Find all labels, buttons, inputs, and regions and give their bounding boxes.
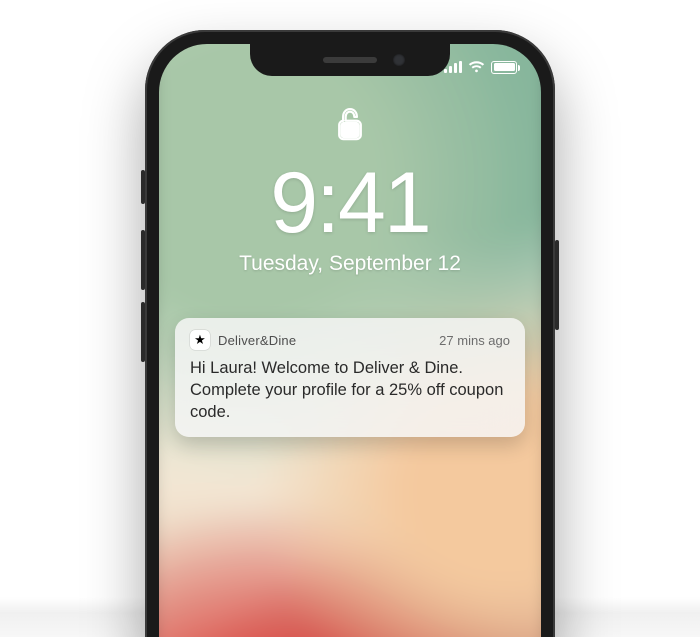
lock-screen-time: 9:41	[270, 160, 429, 246]
phone-screen[interactable]: 9:41 Tuesday, September 12 ★ Deliver&Din…	[159, 44, 541, 637]
volume-up-button	[141, 230, 145, 290]
mute-switch	[141, 170, 145, 204]
notification-card[interactable]: ★ Deliver&Dine 27 mins ago Hi Laura! Wel…	[175, 318, 525, 437]
phone-frame: 9:41 Tuesday, September 12 ★ Deliver&Din…	[145, 30, 555, 637]
earpiece-speaker	[323, 57, 377, 63]
notification-header: ★ Deliver&Dine 27 mins ago	[190, 330, 510, 350]
unlocked-icon	[337, 106, 363, 142]
notification-app-icon: ★	[190, 330, 210, 350]
notch	[250, 44, 450, 76]
battery-icon	[491, 61, 517, 74]
wifi-icon	[468, 61, 485, 73]
notification-body: Hi Laura! Welcome to Deliver & Dine. Com…	[190, 358, 510, 423]
lock-screen-date: Tuesday, September 12	[239, 252, 461, 276]
power-button	[555, 240, 559, 330]
notification-app-name: Deliver&Dine	[218, 333, 431, 348]
volume-down-button	[141, 302, 145, 362]
notification-time-ago: 27 mins ago	[439, 333, 510, 348]
lock-screen[interactable]: 9:41 Tuesday, September 12 ★ Deliver&Din…	[159, 44, 541, 637]
front-camera	[393, 54, 405, 66]
